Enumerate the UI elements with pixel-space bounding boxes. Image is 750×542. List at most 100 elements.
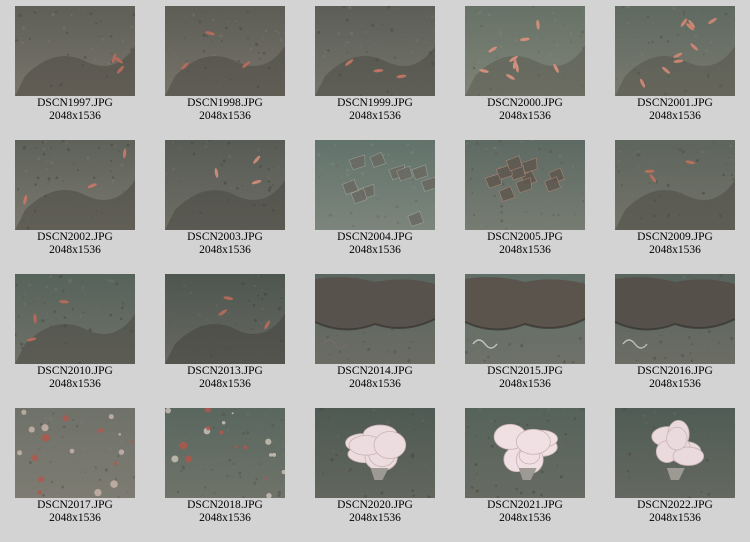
photo-filename[interactable]: DSCN2017.JPG [0, 499, 150, 512]
photo-filename[interactable]: DSCN2000.JPG [450, 97, 600, 110]
photo-thumbnail[interactable] [165, 274, 285, 364]
photo-thumbnail[interactable] [615, 6, 735, 96]
photo-image [465, 6, 585, 96]
photo-filename[interactable]: DSCN2020.JPG [300, 499, 450, 512]
photo-dimensions: 2048x1536 [199, 378, 251, 390]
photo-caption: DSCN2005.JPG 2048x1536 [450, 231, 600, 257]
gallery-item: DSCN1997.JPG 2048x1536 [0, 0, 150, 134]
photo-image [15, 6, 135, 96]
photo-caption: DSCN2018.JPG 2048x1536 [150, 499, 300, 525]
photo-filename[interactable]: DSCN1998.JPG [150, 97, 300, 110]
photo-image [615, 274, 735, 364]
photo-dimensions: 2048x1536 [49, 110, 101, 122]
photo-caption: DSCN2017.JPG 2048x1536 [0, 499, 150, 525]
photo-caption: DSCN2004.JPG 2048x1536 [300, 231, 450, 257]
gallery-item: DSCN2010.JPG 2048x1536 [0, 268, 150, 402]
photo-dimensions: 2048x1536 [499, 378, 551, 390]
photo-dimensions: 2048x1536 [49, 378, 101, 390]
photo-dimensions: 2048x1536 [49, 512, 101, 524]
photo-caption: DSCN2014.JPG 2048x1536 [300, 365, 450, 391]
photo-caption: DSCN2001.JPG 2048x1536 [600, 97, 750, 123]
photo-thumbnail[interactable] [315, 408, 435, 498]
photo-thumbnail[interactable] [15, 140, 135, 230]
photo-thumbnail[interactable] [615, 140, 735, 230]
gallery-item: DSCN2014.JPG 2048x1536 [300, 268, 450, 402]
gallery-item: DSCN2021.JPG 2048x1536 [450, 402, 600, 536]
gallery-item: DSCN2001.JPG 2048x1536 [600, 0, 750, 134]
photo-dimensions: 2048x1536 [49, 244, 101, 256]
photo-thumbnail[interactable] [165, 6, 285, 96]
photo-caption: DSCN2015.JPG 2048x1536 [450, 365, 600, 391]
photo-filename[interactable]: DSCN1997.JPG [0, 97, 150, 110]
gallery-item: DSCN2002.JPG 2048x1536 [0, 134, 150, 268]
photo-thumbnail[interactable] [465, 6, 585, 96]
photo-image [315, 140, 435, 230]
photo-filename[interactable]: DSCN2009.JPG [600, 231, 750, 244]
photo-caption: DSCN2000.JPG 2048x1536 [450, 97, 600, 123]
photo-thumbnail[interactable] [15, 274, 135, 364]
photo-image [315, 408, 435, 498]
photo-thumbnail[interactable] [615, 408, 735, 498]
photo-caption: DSCN2020.JPG 2048x1536 [300, 499, 450, 525]
photo-filename[interactable]: DSCN2001.JPG [600, 97, 750, 110]
gallery-item: DSCN2013.JPG 2048x1536 [150, 268, 300, 402]
photo-filename[interactable]: DSCN2010.JPG [0, 365, 150, 378]
photo-image [165, 408, 285, 498]
photo-thumbnail[interactable] [465, 408, 585, 498]
photo-thumbnail[interactable] [465, 274, 585, 364]
photo-caption: DSCN1997.JPG 2048x1536 [0, 97, 150, 123]
photo-caption: DSCN1998.JPG 2048x1536 [150, 97, 300, 123]
photo-dimensions: 2048x1536 [499, 512, 551, 524]
photo-dimensions: 2048x1536 [199, 244, 251, 256]
photo-dimensions: 2048x1536 [349, 512, 401, 524]
photo-image [615, 6, 735, 96]
gallery-item: DSCN2009.JPG 2048x1536 [600, 134, 750, 268]
photo-thumbnail[interactable] [465, 140, 585, 230]
photo-image [15, 274, 135, 364]
gallery-item: DSCN2000.JPG 2048x1536 [450, 0, 600, 134]
photo-caption: DSCN2009.JPG 2048x1536 [600, 231, 750, 257]
photo-caption: DSCN1999.JPG 2048x1536 [300, 97, 450, 123]
photo-thumbnail[interactable] [315, 274, 435, 364]
photo-thumbnail[interactable] [15, 6, 135, 96]
photo-thumbnail[interactable] [615, 274, 735, 364]
photo-image [615, 408, 735, 498]
photo-thumbnail[interactable] [165, 140, 285, 230]
photo-filename[interactable]: DSCN2005.JPG [450, 231, 600, 244]
photo-thumbnail[interactable] [315, 140, 435, 230]
photo-filename[interactable]: DSCN2016.JPG [600, 365, 750, 378]
gallery-item: DSCN1998.JPG 2048x1536 [150, 0, 300, 134]
photo-filename[interactable]: DSCN2018.JPG [150, 499, 300, 512]
photo-image [15, 140, 135, 230]
photo-filename[interactable]: DSCN2021.JPG [450, 499, 600, 512]
photo-image [165, 140, 285, 230]
photo-filename[interactable]: DSCN2014.JPG [300, 365, 450, 378]
photo-caption: DSCN2013.JPG 2048x1536 [150, 365, 300, 391]
photo-filename[interactable]: DSCN1999.JPG [300, 97, 450, 110]
photo-filename[interactable]: DSCN2013.JPG [150, 365, 300, 378]
gallery-item: DSCN2020.JPG 2048x1536 [300, 402, 450, 536]
gallery-item: DSCN2003.JPG 2048x1536 [150, 134, 300, 268]
photo-image [165, 274, 285, 364]
photo-caption: DSCN2002.JPG 2048x1536 [0, 231, 150, 257]
photo-thumbnail[interactable] [315, 6, 435, 96]
photo-caption: DSCN2003.JPG 2048x1536 [150, 231, 300, 257]
gallery-item: DSCN2005.JPG 2048x1536 [450, 134, 600, 268]
photo-thumbnail[interactable] [15, 408, 135, 498]
photo-dimensions: 2048x1536 [199, 110, 251, 122]
photo-caption: DSCN2016.JPG 2048x1536 [600, 365, 750, 391]
photo-filename[interactable]: DSCN2022.JPG [600, 499, 750, 512]
gallery-item: DSCN2017.JPG 2048x1536 [0, 402, 150, 536]
photo-image [315, 274, 435, 364]
photo-dimensions: 2048x1536 [349, 378, 401, 390]
photo-filename[interactable]: DSCN2015.JPG [450, 365, 600, 378]
gallery-item: DSCN2022.JPG 2048x1536 [600, 402, 750, 536]
photo-filename[interactable]: DSCN2003.JPG [150, 231, 300, 244]
photo-thumbnail[interactable] [165, 408, 285, 498]
gallery-item: DSCN2018.JPG 2048x1536 [150, 402, 300, 536]
photo-image [465, 274, 585, 364]
photo-filename[interactable]: DSCN2002.JPG [0, 231, 150, 244]
photo-image [165, 6, 285, 96]
photo-filename[interactable]: DSCN2004.JPG [300, 231, 450, 244]
photo-image [315, 6, 435, 96]
